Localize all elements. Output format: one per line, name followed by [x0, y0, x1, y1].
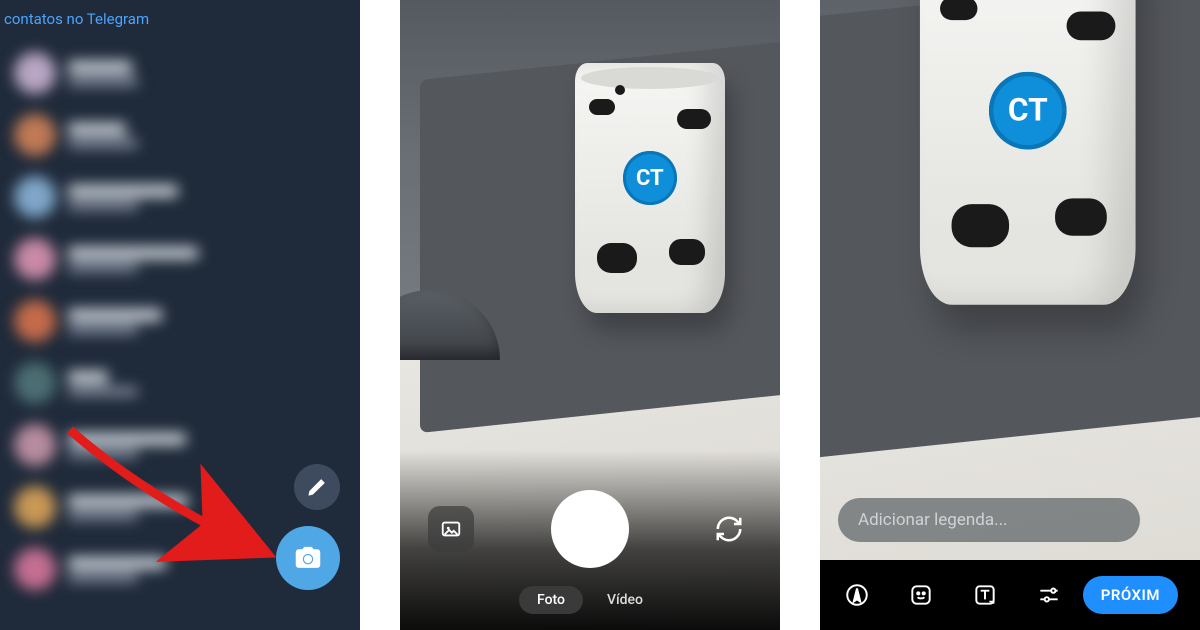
text-tool-button[interactable] [970, 580, 1000, 610]
caption-input[interactable]: Adicionar legenda... [838, 498, 1140, 542]
contact-subtitle [68, 263, 138, 272]
telegram-contacts-panel: contatos no Telegram [0, 0, 360, 630]
contact-name [68, 123, 126, 135]
contact-subtitle [68, 139, 138, 148]
avatar [14, 176, 56, 218]
sliders-icon [1036, 582, 1062, 608]
contact-subtitle [68, 201, 138, 210]
draw-tool-button[interactable] [842, 580, 872, 610]
avatar [14, 362, 56, 404]
contact-subtitle [68, 387, 138, 396]
image-icon [440, 518, 462, 540]
camera-fab[interactable] [276, 526, 340, 590]
gallery-button[interactable] [428, 506, 474, 552]
camera-capture-panel: CT Foto Vídeo [400, 0, 780, 630]
mode-photo-tab[interactable]: Foto [519, 586, 583, 614]
contact-subtitle [68, 573, 138, 582]
caption-placeholder: Adicionar legenda... [858, 510, 1008, 530]
compose-button[interactable] [294, 464, 340, 510]
avatar [14, 52, 56, 94]
contact-name [68, 61, 132, 73]
capture-mode-tabs: Foto Vídeo [519, 586, 661, 614]
contact-row[interactable] [0, 42, 360, 104]
switch-camera-icon [714, 514, 744, 544]
avatar [14, 300, 56, 342]
contact-row[interactable] [0, 352, 360, 414]
contact-name [68, 433, 186, 445]
contact-name [68, 247, 198, 259]
draw-icon [844, 582, 870, 608]
contact-subtitle [68, 325, 138, 334]
contact-subtitle [68, 511, 138, 520]
contact-name [68, 495, 188, 507]
header-link[interactable]: contatos no Telegram [0, 0, 360, 38]
avatar [14, 548, 56, 590]
contact-subtitle [68, 449, 138, 458]
contact-name [68, 557, 166, 569]
shutter-button[interactable] [551, 490, 629, 568]
contact-row[interactable] [0, 166, 360, 228]
camera-controls: Foto Vídeo [400, 450, 780, 630]
mode-video-tab[interactable]: Vídeo [589, 586, 661, 614]
pencil-icon [307, 477, 327, 497]
contact-name [68, 309, 162, 321]
switch-camera-button[interactable] [706, 506, 752, 552]
edit-toolbar: PRÓXIM [820, 560, 1200, 630]
sticker-icon [908, 582, 934, 608]
contact-subtitle [68, 77, 138, 86]
contact-list [0, 38, 360, 600]
photo-edit-panel: CT Adicionar legenda... PRÓXIM [820, 0, 1200, 630]
next-button[interactable]: PRÓXIM [1083, 576, 1178, 614]
text-icon [972, 582, 998, 608]
contact-name [68, 371, 108, 383]
avatar [14, 114, 56, 156]
avatar [14, 238, 56, 280]
avatar [14, 424, 56, 466]
contact-row[interactable] [0, 228, 360, 290]
camera-icon [294, 544, 322, 572]
contact-row[interactable] [0, 104, 360, 166]
contact-row[interactable] [0, 290, 360, 352]
adjust-tool-button[interactable] [1034, 580, 1064, 610]
avatar [14, 486, 56, 528]
contact-name [68, 185, 178, 197]
sticker-tool-button[interactable] [906, 580, 936, 610]
